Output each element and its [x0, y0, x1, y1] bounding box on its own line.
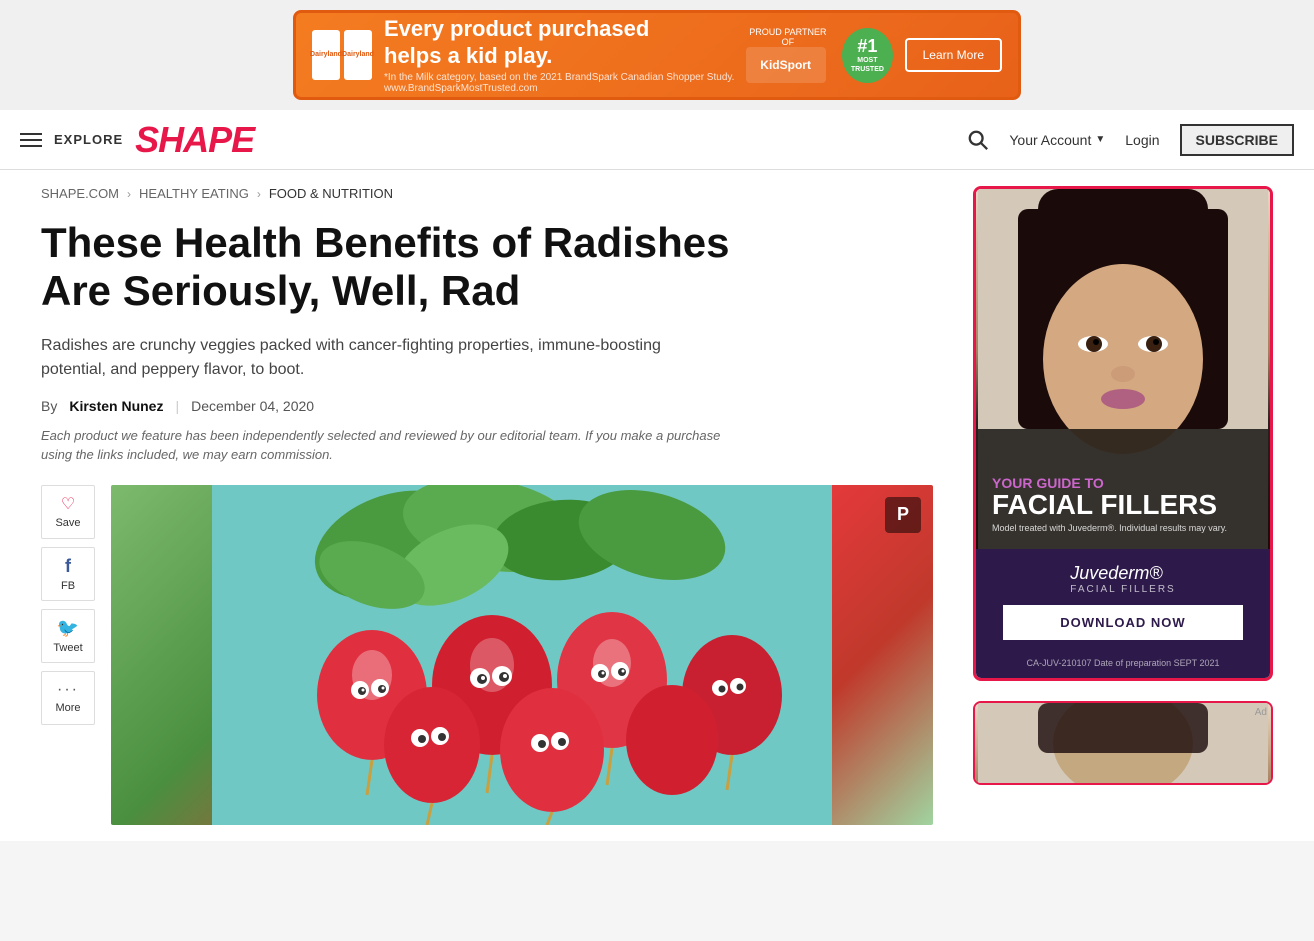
top-ad-content[interactable]: Dairyland Dairyland Every product purcha… — [293, 10, 1021, 100]
article-disclaimer: Each product we feature has been indepen… — [41, 426, 721, 465]
heart-icon: ♡ — [61, 494, 75, 514]
more-share-button[interactable]: ··· More — [41, 671, 95, 725]
sidebar-ad-bottom: Juvederm® FACIAL FILLERS DOWNLOAD NOW — [976, 549, 1270, 654]
breadcrumb-sep-2: › — [257, 187, 261, 201]
juvederm-logo-area: Juvederm® FACIAL FILLERS — [1070, 563, 1175, 595]
navbar: EXPLORE SHAPE Your Account ▼ Login SUBSC… — [0, 110, 1314, 170]
article-subtitle: Radishes are crunchy veggies packed with… — [41, 334, 721, 382]
milk-carton-2: Dairyland — [344, 30, 372, 80]
facebook-share-button[interactable]: f FB — [41, 547, 95, 601]
trusted-badge: #1 MOST TRUSTED — [842, 28, 892, 83]
breadcrumb-current: FOOD & NUTRITION — [269, 186, 393, 201]
download-now-button[interactable]: DOWNLOAD NOW — [1003, 605, 1242, 640]
juvederm-logo: Juvederm® — [1070, 563, 1162, 583]
top-ad-sub-text: *In the Milk category, based on the 2021… — [384, 72, 746, 94]
tweet-label: Tweet — [53, 642, 82, 654]
by-label: By — [41, 398, 57, 414]
shape-logo[interactable]: SHAPE — [135, 119, 254, 161]
article-body: ♡ Save f FB 🐦 Tweet ··· More — [41, 485, 933, 825]
hamburger-menu-icon[interactable] — [20, 133, 42, 147]
pinterest-button[interactable]: P — [885, 497, 921, 533]
nav-right: Your Account ▼ Login SUBSCRIBE — [967, 124, 1294, 156]
breadcrumb-healthy-eating[interactable]: HEALTHY EATING — [139, 186, 249, 201]
sidebar-ad-face: YOUR GUIDE TO FACIAL FILLERS Model treat… — [976, 189, 1270, 549]
article-image: P — [111, 485, 933, 825]
proud-partner-text: PROUD PARTNER OF KidSport — [746, 27, 831, 83]
nav-left: EXPLORE SHAPE — [20, 119, 254, 161]
sidebar-ad-overlay-text: YOUR GUIDE TO FACIAL FILLERS Model treat… — [992, 475, 1227, 533]
content-area: SHAPE.COM › HEALTHY EATING › FOOD & NUTR… — [17, 170, 1297, 841]
search-icon[interactable] — [967, 129, 989, 151]
article-author[interactable]: Kirsten Nunez — [69, 398, 163, 414]
more-label: More — [55, 702, 80, 714]
chevron-down-icon: ▼ — [1095, 134, 1105, 145]
save-button[interactable]: ♡ Save — [41, 485, 95, 539]
share-buttons: ♡ Save f FB 🐦 Tweet ··· More — [41, 485, 95, 725]
sidebar-ad-2-image: Ad — [975, 703, 1271, 783]
subscribe-button[interactable]: SUBSCRIBE — [1180, 124, 1294, 156]
top-ad-banner: Dairyland Dairyland Every product purcha… — [0, 0, 1314, 110]
sidebar-ad-main-text: FACIAL FILLERS — [992, 491, 1227, 519]
twitter-share-button[interactable]: 🐦 Tweet — [41, 609, 95, 663]
fb-label: FB — [61, 580, 75, 592]
main-wrapper: SHAPE.COM › HEALTHY EATING › FOOD & NUTR… — [0, 170, 1314, 841]
top-ad-right: PROUD PARTNER OF KidSport #1 MOST TRUSTE… — [746, 27, 1002, 83]
sidebar-ad-disclaimer: Model treated with Juvederm®. Individual… — [992, 523, 1227, 533]
juvederm-sub: FACIAL FILLERS — [1070, 584, 1175, 595]
kicksport-logo: KidSport — [746, 47, 826, 83]
sidebar-ad-fine-print: CA-JUV-210107 Date of preparation SEPT 2… — [976, 654, 1270, 678]
article-date: December 04, 2020 — [191, 398, 314, 414]
top-ad-main-text: Every product purchased helps a kid play… — [384, 16, 746, 69]
sidebar-ad-2: Ad — [973, 701, 1273, 785]
ad-indicator-2: Ad — [1255, 707, 1267, 718]
your-account-menu[interactable]: Your Account ▼ — [1009, 132, 1105, 148]
breadcrumb-home[interactable]: SHAPE.COM — [41, 186, 119, 201]
breadcrumb-sep-1: › — [127, 187, 131, 201]
article-title: These Health Benefits of Radishes Are Se… — [41, 219, 741, 316]
article-meta: By Kirsten Nunez | December 04, 2020 — [41, 398, 933, 414]
milk-carton-1: Dairyland — [312, 30, 340, 80]
proud-partner-block: PROUD PARTNER OF KidSport — [746, 27, 831, 83]
top-ad-left: Dairyland Dairyland Every product purcha… — [312, 16, 746, 94]
top-ad-text: Every product purchased helps a kid play… — [384, 16, 746, 94]
breadcrumb: SHAPE.COM › HEALTHY EATING › FOOD & NUTR… — [41, 186, 933, 201]
twitter-icon: 🐦 — [57, 618, 79, 639]
save-label: Save — [55, 517, 80, 529]
article-image-container: P — [111, 485, 933, 825]
more-icon: ··· — [57, 681, 79, 699]
sidebar-ad-inner: Ad — [976, 189, 1270, 678]
sidebar-ad-1: Ad — [973, 186, 1273, 681]
article-section: SHAPE.COM › HEALTHY EATING › FOOD & NUTR… — [41, 186, 933, 825]
login-button[interactable]: Login — [1125, 132, 1159, 148]
facebook-icon: f — [65, 556, 71, 577]
meta-divider: | — [175, 398, 179, 414]
sidebar-section: Ad — [973, 186, 1273, 825]
explore-label[interactable]: EXPLORE — [54, 132, 123, 147]
learn-more-button[interactable]: Learn More — [905, 38, 1002, 72]
milk-cartons: Dairyland Dairyland — [312, 30, 372, 80]
